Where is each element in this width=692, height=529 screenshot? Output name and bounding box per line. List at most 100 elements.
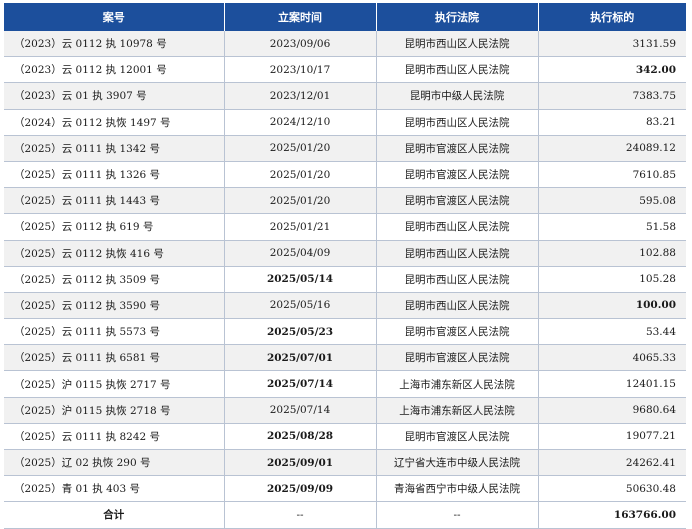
total-amount: 163766.00: [538, 501, 686, 529]
court-cell: 昆明市中级人民法院: [376, 82, 539, 110]
filing-date-cell: 2025/08/28: [224, 423, 377, 451]
header-court: 执行法院: [376, 3, 539, 31]
amount-cell: 9680.64: [538, 397, 686, 424]
case-table-container: 案号 立案时间 执行法院 执行标的 （2023）云 0112 执 10978 号…: [4, 3, 686, 529]
court-cell: 昆明市西山区人民法院: [376, 213, 539, 241]
case-number-cell: （2025）云 0111 执 6581 号: [4, 344, 225, 372]
table-row: （2023）云 01 执 3907 号 2023/12/01 昆明市中级人民法院 73…: [4, 82, 686, 110]
filing-date-cell: 2023/09/06: [224, 31, 377, 58]
table-row: （2024）云 0112 执恢 1497 号 2024/12/10 昆明市西山区人民…: [4, 109, 686, 136]
filing-date-cell: 2025/01/20: [224, 135, 377, 162]
case-number-cell: （2025）云 0111 执 1342 号: [4, 135, 225, 162]
total-row: 合计 -- -- 163766.00: [4, 501, 686, 529]
filing-date-cell: 2025/01/21: [224, 213, 377, 241]
amount-cell: 12401.15: [538, 370, 686, 398]
court-cell: 昆明市官渡区人民法院: [376, 161, 539, 189]
table-row: （2025）沪 0115 执恢 2718 号 2025/07/14 上海市浦东新区人…: [4, 397, 686, 424]
filing-date-cell: 2023/12/01: [224, 82, 377, 110]
case-number-cell: （2025）云 0111 执 5573 号: [4, 318, 225, 346]
table-row: （2023）云 0112 执 12001 号 2023/10/17 昆明市西山区人民…: [4, 56, 686, 84]
filing-date-cell: 2025/05/23: [224, 318, 377, 346]
amount-cell: 19077.21: [538, 423, 686, 451]
total-court: --: [376, 501, 539, 529]
table-row: （2025）云 0112 执恢 416 号 2025/04/09 昆明市西山区人民法…: [4, 240, 686, 267]
total-date: --: [224, 501, 377, 529]
court-cell: 昆明市官渡区人民法院: [376, 423, 539, 451]
amount-cell: 24262.41: [538, 449, 686, 477]
court-cell: 昆明市官渡区人民法院: [376, 344, 539, 372]
case-number-cell: （2025）云 0112 执 3590 号: [4, 292, 225, 320]
court-cell: 昆明市官渡区人民法院: [376, 135, 539, 162]
case-number-cell: （2025）沪 0115 执恢 2718 号: [4, 397, 225, 424]
amount-cell: 7610.85: [538, 161, 686, 189]
table-body: （2023）云 0112 执 10978 号 2023/09/06 昆明市西山区人民…: [4, 31, 686, 529]
case-number-cell: （2025）辽 02 执恢 290 号: [4, 449, 225, 477]
case-number-cell: （2023）云 0112 执 12001 号: [4, 56, 225, 84]
table-row: （2025）云 0111 执 6581 号 2025/07/01 昆明市官渡区人民法…: [4, 344, 686, 372]
table-row: （2025）云 0111 执 5573 号 2025/05/23 昆明市官渡区人民法…: [4, 318, 686, 346]
court-cell: 昆明市西山区人民法院: [376, 109, 539, 136]
case-number-cell: （2025）云 0112 执 3509 号: [4, 266, 225, 293]
table-row: （2025）云 0112 执 3509 号 2025/05/14 昆明市西山区人民法…: [4, 266, 686, 293]
court-cell: 昆明市西山区人民法院: [376, 31, 539, 58]
table-row: （2025）云 0111 执 1443 号 2025/01/20 昆明市官渡区人民法…: [4, 187, 686, 215]
table-row: （2025）沪 0115 执恢 2717 号 2025/07/14 上海市浦东新区人…: [4, 370, 686, 398]
amount-cell: 3131.59: [538, 31, 686, 58]
court-cell: 上海市浦东新区人民法院: [376, 370, 539, 398]
filing-date-cell: 2023/10/17: [224, 56, 377, 84]
court-cell: 昆明市西山区人民法院: [376, 240, 539, 267]
case-number-cell: （2025）云 0111 执 1443 号: [4, 187, 225, 215]
filing-date-cell: 2025/07/14: [224, 397, 377, 424]
header-amount: 执行标的: [538, 3, 686, 31]
case-number-cell: （2025）云 0111 执 1326 号: [4, 161, 225, 189]
case-number-cell: （2023）云 01 执 3907 号: [4, 82, 225, 110]
enforcement-case-table: 案号 立案时间 执行法院 执行标的 （2023）云 0112 执 10978 号…: [4, 3, 686, 529]
table-row: （2025）青 01 执 403 号 2025/09/09 青海省西宁市中级人民法院…: [4, 475, 686, 503]
case-number-cell: （2025）云 0112 执恢 416 号: [4, 240, 225, 267]
case-number-cell: （2025）沪 0115 执恢 2717 号: [4, 370, 225, 398]
filing-date-cell: 2025/07/01: [224, 344, 377, 372]
court-cell: 上海市浦东新区人民法院: [376, 397, 539, 424]
case-number-cell: （2025）云 0111 执 8242 号: [4, 423, 225, 451]
case-number-cell: （2025）青 01 执 403 号: [4, 475, 225, 503]
amount-cell: 100.00: [538, 292, 686, 320]
table-row: （2025）辽 02 执恢 290 号 2025/09/01 辽宁省大连市中级人民法…: [4, 449, 686, 477]
amount-cell: 105.28: [538, 266, 686, 293]
court-cell: 青海省西宁市中级人民法院: [376, 475, 539, 503]
amount-cell: 50630.48: [538, 475, 686, 503]
filing-date-cell: 2024/12/10: [224, 109, 377, 136]
filing-date-cell: 2025/01/20: [224, 187, 377, 215]
filing-date-cell: 2025/09/01: [224, 449, 377, 477]
table-row: （2025）云 0111 执 8242 号 2025/08/28 昆明市官渡区人民法…: [4, 423, 686, 451]
court-cell: 昆明市西山区人民法院: [376, 56, 539, 84]
table-row: （2023）云 0112 执 10978 号 2023/09/06 昆明市西山区人民…: [4, 31, 686, 58]
filing-date-cell: 2025/09/09: [224, 475, 377, 503]
amount-cell: 102.88: [538, 240, 686, 267]
total-label: 合计: [4, 501, 225, 529]
court-cell: 昆明市西山区人民法院: [376, 266, 539, 293]
amount-cell: 4065.33: [538, 344, 686, 372]
amount-cell: 24089.12: [538, 135, 686, 162]
filing-date-cell: 2025/05/14: [224, 266, 377, 293]
amount-cell: 51.58: [538, 213, 686, 241]
filing-date-cell: 2025/01/20: [224, 161, 377, 189]
filing-date-cell: 2025/04/09: [224, 240, 377, 267]
table-row: （2025）云 0111 执 1342 号 2025/01/20 昆明市官渡区人民法…: [4, 135, 686, 162]
amount-cell: 83.21: [538, 109, 686, 136]
filing-date-cell: 2025/05/16: [224, 292, 377, 320]
filing-date-cell: 2025/07/14: [224, 370, 377, 398]
header-case-number: 案号: [4, 3, 225, 31]
court-cell: 辽宁省大连市中级人民法院: [376, 449, 539, 477]
case-number-cell: （2024）云 0112 执恢 1497 号: [4, 109, 225, 136]
header-filing-date: 立案时间: [224, 3, 377, 31]
table-header-row: 案号 立案时间 执行法院 执行标的: [4, 3, 686, 31]
amount-cell: 342.00: [538, 56, 686, 84]
amount-cell: 7383.75: [538, 82, 686, 110]
table-row: （2025）云 0111 执 1326 号 2025/01/20 昆明市官渡区人民法…: [4, 161, 686, 189]
table-row: （2025）云 0112 执 3590 号 2025/05/16 昆明市西山区人民法…: [4, 292, 686, 320]
court-cell: 昆明市官渡区人民法院: [376, 318, 539, 346]
case-number-cell: （2025）云 0112 执 619 号: [4, 213, 225, 241]
court-cell: 昆明市西山区人民法院: [376, 292, 539, 320]
amount-cell: 53.44: [538, 318, 686, 346]
court-cell: 昆明市官渡区人民法院: [376, 187, 539, 215]
